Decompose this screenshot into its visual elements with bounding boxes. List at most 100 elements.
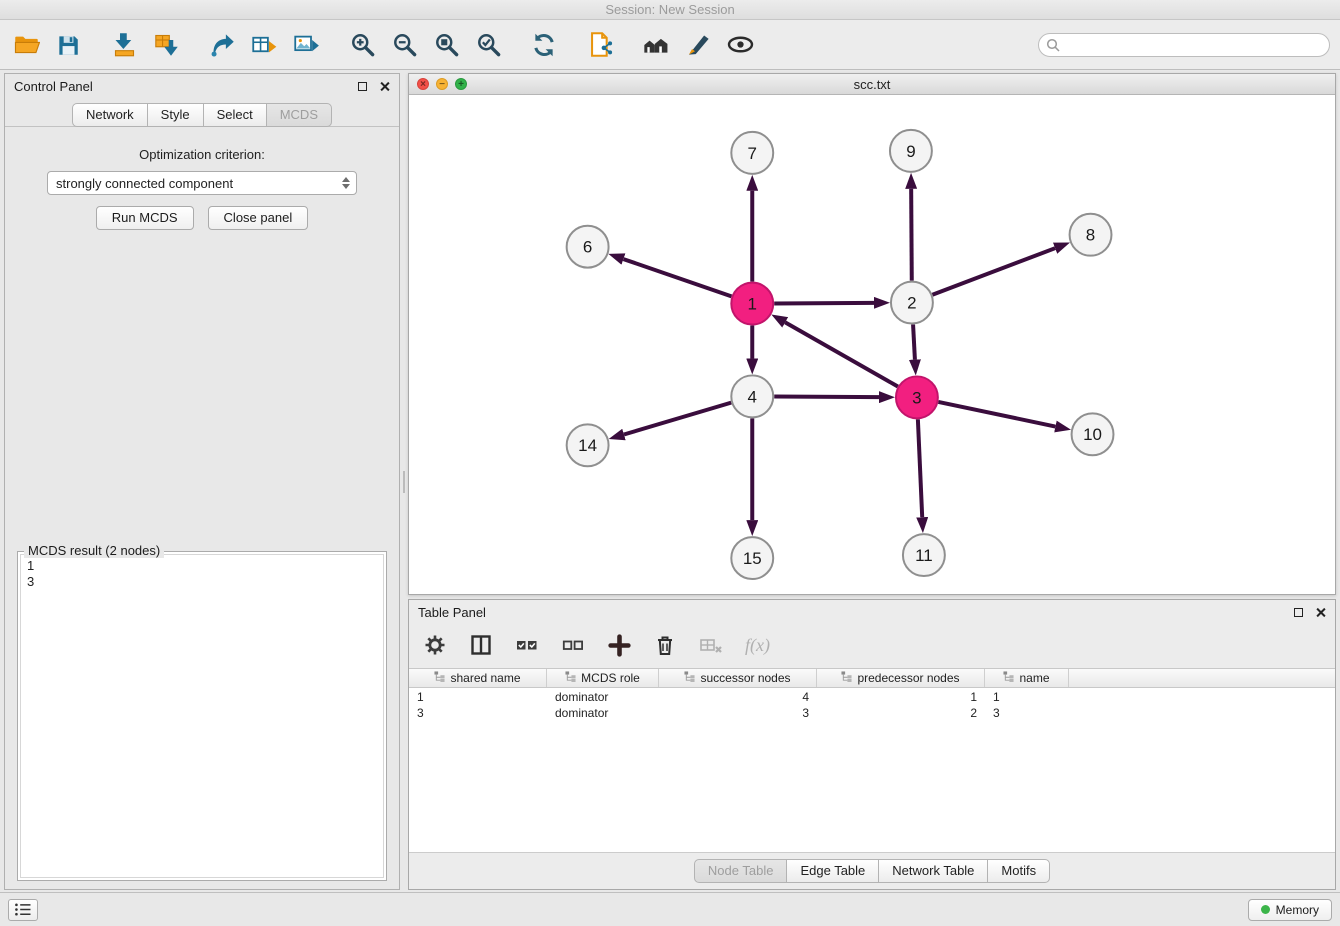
optimization-criterion-select[interactable]: strongly connected component [47, 171, 357, 195]
delete-column-icon[interactable] [695, 629, 727, 661]
open-folder-icon[interactable] [10, 29, 42, 61]
graph-node-14[interactable]: 14 [567, 424, 609, 466]
graph-node-4[interactable]: 4 [731, 375, 773, 417]
tab-select[interactable]: Select [203, 103, 267, 127]
eye-icon[interactable] [724, 29, 756, 61]
graph-node-9[interactable]: 9 [890, 130, 932, 172]
column-header-shared-name[interactable]: shared name [409, 669, 547, 687]
select-stepper-icon [342, 177, 352, 189]
list-icon [13, 902, 33, 917]
select-all-icon[interactable] [511, 629, 543, 661]
refresh-icon[interactable] [528, 29, 560, 61]
copy-view-icon[interactable] [584, 29, 616, 61]
import-network-icon[interactable] [108, 29, 140, 61]
export-image-icon[interactable] [290, 29, 322, 61]
main-area: Control Panel NetworkStyleSelectMCDS Opt… [0, 71, 1340, 892]
zoom-fit-icon[interactable] [430, 29, 462, 61]
column-header-successor-nodes[interactable]: successor nodes [659, 669, 817, 687]
float-table-panel-icon[interactable] [1294, 608, 1303, 617]
close-window-icon[interactable] [417, 78, 429, 90]
toolbar-groups [10, 29, 780, 61]
tab-network[interactable]: Network [72, 103, 148, 127]
control-panel-title: Control Panel [14, 79, 93, 94]
mcds-result-line: 3 [27, 574, 377, 590]
add-icon[interactable] [603, 629, 635, 661]
graph-node-8[interactable]: 8 [1070, 214, 1112, 256]
float-panel-icon[interactable] [358, 82, 367, 91]
deselect-all-icon[interactable] [557, 629, 589, 661]
close-panel-button[interactable]: Close panel [208, 206, 309, 230]
zoom-in-icon[interactable] [346, 29, 378, 61]
trash-icon[interactable] [649, 629, 681, 661]
column-header-MCDS-role[interactable]: MCDS role [547, 669, 659, 687]
control-panel-tabs: NetworkStyleSelectMCDS [5, 98, 399, 127]
svg-text:4: 4 [748, 387, 757, 406]
toolbar-group [528, 29, 560, 61]
table-row[interactable]: 1dominator411 [409, 689, 1335, 705]
graph-node-15[interactable]: 15 [731, 537, 773, 579]
graph-edge-3-1[interactable] [785, 322, 898, 386]
network-canvas-svg[interactable]: 7 9 6 8 1 2 3 4 14 10 15 11 [409, 95, 1335, 594]
table-tab-network-table[interactable]: Network Table [878, 859, 988, 883]
run-mcds-button[interactable]: Run MCDS [96, 206, 194, 230]
table-row[interactable]: 3dominator323 [409, 705, 1335, 721]
search-input[interactable] [1038, 33, 1330, 57]
share-network-icon[interactable] [206, 29, 238, 61]
graph-edge-2-8[interactable] [932, 248, 1055, 295]
zoom-window-icon[interactable] [455, 78, 467, 90]
memory-button-label: Memory [1276, 903, 1319, 917]
column-tree-icon [565, 671, 576, 685]
graph-node-6[interactable]: 6 [567, 226, 609, 268]
memory-status-icon [1261, 905, 1270, 914]
import-table-icon[interactable] [150, 29, 182, 61]
close-panel-icon[interactable] [379, 81, 390, 92]
gear-icon[interactable] [419, 629, 451, 661]
graph-node-10[interactable]: 10 [1072, 413, 1114, 455]
graph-edge-3-10[interactable] [938, 402, 1055, 427]
column-header-label: name [1019, 671, 1049, 685]
graph-node-11[interactable]: 11 [903, 534, 945, 576]
network-view-window: scc.txt 7968123414101511 [408, 73, 1336, 595]
columns-icon[interactable] [465, 629, 497, 661]
graph-edge-2-3[interactable] [913, 325, 915, 360]
graph-node-7[interactable]: 7 [731, 132, 773, 174]
export-table-icon[interactable] [248, 29, 280, 61]
svg-text:11: 11 [915, 546, 933, 565]
table-header-row: shared nameMCDS rolesuccessor nodesprede… [409, 668, 1335, 688]
first-neighbors-icon[interactable] [640, 29, 672, 61]
graph-edge-4-14[interactable] [624, 403, 731, 435]
tab-style[interactable]: Style [147, 103, 204, 127]
graph-node-2[interactable]: 2 [891, 282, 933, 324]
column-header-predecessor-nodes[interactable]: predecessor nodes [817, 669, 985, 687]
table-panel-tabs: Node TableEdge TableNetwork TableMotifs [409, 852, 1335, 889]
panel-splitter[interactable] [400, 71, 408, 892]
minimize-window-icon[interactable] [436, 78, 448, 90]
graph-edge-1-6[interactable] [623, 259, 731, 296]
graph-node-3[interactable]: 3 [896, 376, 938, 418]
table-cell: 2 [817, 705, 985, 721]
table-tab-edge-table[interactable]: Edge Table [786, 859, 879, 883]
close-table-panel-icon[interactable] [1315, 607, 1326, 618]
table-tab-node-table[interactable]: Node Table [694, 859, 788, 883]
tab-mcds[interactable]: MCDS [266, 103, 332, 127]
column-header-name[interactable]: name [985, 669, 1069, 687]
table-tab-motifs[interactable]: Motifs [987, 859, 1050, 883]
zoom-out-icon[interactable] [388, 29, 420, 61]
optimization-criterion-label: Optimization criterion: [139, 147, 265, 162]
mcds-result-text[interactable]: 13 [20, 554, 384, 878]
table-toolbar-icons: f(x) [409, 624, 1335, 668]
task-history-button[interactable] [8, 899, 38, 921]
save-icon[interactable] [52, 29, 84, 61]
graph-edge-3-11[interactable] [918, 419, 922, 517]
toolbar-group [640, 29, 756, 61]
graph-edge-4-3[interactable] [774, 397, 879, 398]
graph-edge-2-9[interactable] [911, 189, 912, 281]
toolbar-group [10, 29, 84, 61]
zoom-selected-icon[interactable] [472, 29, 504, 61]
window-title: Session: New Session [605, 2, 734, 17]
style-brush-icon[interactable] [682, 29, 714, 61]
graph-node-1[interactable]: 1 [731, 283, 773, 325]
function-builder-icon[interactable]: f(x) [741, 635, 770, 656]
memory-button[interactable]: Memory [1248, 899, 1332, 921]
graph-edge-1-2[interactable] [774, 303, 874, 304]
